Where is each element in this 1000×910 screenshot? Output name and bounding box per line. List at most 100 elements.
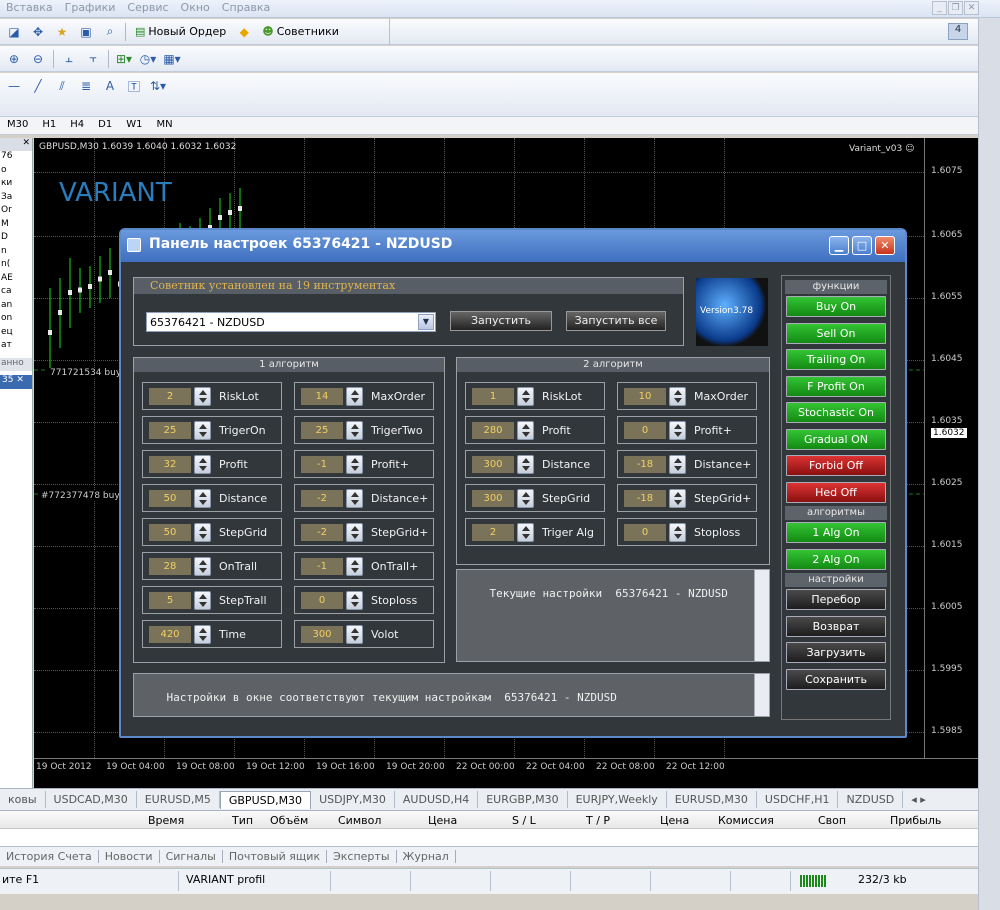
- market-watch-row[interactable]: Or: [0, 205, 32, 219]
- spin-updown-icon[interactable]: [346, 591, 363, 610]
- chart-tab[interactable]: EURUSD,M5: [137, 791, 220, 808]
- spin-updown-icon[interactable]: [194, 455, 211, 474]
- spin-updown-icon[interactable]: [194, 489, 211, 508]
- panel-minimize-icon[interactable]: ▁: [829, 236, 849, 255]
- chart-tab[interactable]: USDCAD,M30: [46, 791, 137, 808]
- param-value-input[interactable]: 0: [301, 592, 343, 609]
- spin-updown-icon[interactable]: [517, 455, 534, 474]
- terminal-column-header[interactable]: Цена: [428, 814, 457, 827]
- timeframe-h4[interactable]: H4: [63, 117, 91, 132]
- terminal-tab[interactable]: Журнал: [396, 850, 456, 863]
- param-value-input[interactable]: 25: [149, 422, 191, 439]
- param-value-input[interactable]: -1: [301, 456, 343, 473]
- spin-updown-icon[interactable]: [346, 625, 363, 644]
- param-value-input[interactable]: 280: [472, 422, 514, 439]
- window-number-badge[interactable]: 4: [948, 23, 968, 40]
- panel-close-icon[interactable]: ✕: [875, 236, 895, 255]
- status-memo-scrollbar[interactable]: [754, 674, 769, 716]
- param-value-input[interactable]: 32: [149, 456, 191, 473]
- spin-updown-icon[interactable]: [346, 523, 363, 542]
- spin-updown-icon[interactable]: [194, 591, 211, 610]
- market-watch-row[interactable]: ат: [0, 340, 32, 354]
- memo-scrollbar[interactable]: [754, 570, 769, 661]
- chart-tab[interactable]: USDJPY,M30: [311, 791, 395, 808]
- param-value-input[interactable]: 28: [149, 558, 191, 575]
- timeframe-h1[interactable]: H1: [35, 117, 63, 132]
- market-watch-row[interactable]: n: [0, 246, 32, 260]
- param-value-input[interactable]: 2: [472, 524, 514, 541]
- function-toggle-0[interactable]: Buy On: [786, 296, 886, 317]
- param-value-input[interactable]: 300: [472, 490, 514, 507]
- chart-tab-partial[interactable]: ковы: [0, 791, 46, 808]
- timeframe-mn[interactable]: MN: [149, 117, 179, 132]
- market-watch-row[interactable]: ca: [0, 286, 32, 300]
- param-value-input[interactable]: 300: [472, 456, 514, 473]
- param-value-input[interactable]: -2: [301, 524, 343, 541]
- algo-toggle-1[interactable]: 2 Alg On: [786, 548, 886, 570]
- market-watch-row[interactable]: ки: [0, 178, 32, 192]
- spin-updown-icon[interactable]: [517, 523, 534, 542]
- terminal-column-header[interactable]: Время: [148, 814, 184, 827]
- chart-tab[interactable]: EURUSD,M30: [667, 791, 757, 808]
- instrument-select[interactable]: 65376421 - NZDUSD ▼: [146, 312, 436, 332]
- function-toggle-6[interactable]: Forbid Off: [786, 455, 886, 476]
- spin-updown-icon[interactable]: [669, 421, 686, 440]
- param-value-input[interactable]: 2: [149, 388, 191, 405]
- terminal-column-header[interactable]: Комиссия: [718, 814, 774, 827]
- terminal-column-header[interactable]: Объём: [270, 814, 308, 827]
- arrows-icon[interactable]: ⇅▾: [148, 76, 168, 96]
- spin-updown-icon[interactable]: [346, 455, 363, 474]
- spin-updown-icon[interactable]: [517, 387, 534, 406]
- function-toggle-4[interactable]: Stochastic On: [786, 402, 886, 423]
- timeframe-d1[interactable]: D1: [91, 117, 119, 132]
- channel-icon[interactable]: ⫽: [52, 76, 72, 96]
- run-button[interactable]: Запустить: [450, 311, 552, 331]
- algo-toggle-0[interactable]: 1 Alg On: [786, 522, 886, 543]
- market-watch-row[interactable]: o: [0, 165, 32, 179]
- templates-icon[interactable]: ▦▾: [162, 49, 182, 69]
- chart-tab[interactable]: NZDUSD: [838, 791, 904, 808]
- text-tool-icon[interactable]: A: [100, 76, 120, 96]
- zoom-out-icon[interactable]: ⊖: [28, 49, 48, 69]
- menu-item-2[interactable]: Сервис: [121, 0, 174, 15]
- timeframe-w1[interactable]: W1: [119, 117, 149, 132]
- menu-item-4[interactable]: Справка: [216, 0, 276, 15]
- spin-updown-icon[interactable]: [346, 557, 363, 576]
- terminal-column-header[interactable]: S / L: [512, 814, 536, 827]
- settings-button-1[interactable]: Возврат: [786, 615, 886, 637]
- terminal-column-header[interactable]: Прибыль: [890, 814, 941, 827]
- param-value-input[interactable]: 25: [301, 422, 343, 439]
- function-toggle-3[interactable]: F Profit On: [786, 375, 886, 397]
- terminal-tab[interactable]: Новости: [98, 850, 160, 863]
- param-value-input[interactable]: -2: [301, 490, 343, 507]
- zoom-in-icon[interactable]: ⊕: [4, 49, 24, 69]
- close-market-watch-icon[interactable]: ✕: [0, 138, 32, 151]
- minimize-icon[interactable]: _: [932, 1, 947, 15]
- spin-updown-icon[interactable]: [346, 387, 363, 406]
- param-value-input[interactable]: 14: [301, 388, 343, 405]
- auto-scroll-icon[interactable]: ⫟: [83, 49, 103, 69]
- terminal-tab[interactable]: Эксперты: [327, 850, 397, 863]
- timeframe-m30[interactable]: M30: [0, 117, 35, 132]
- text-label-icon[interactable]: 🅃: [124, 76, 144, 96]
- chart-tab[interactable]: EURJPY,Weekly: [568, 791, 667, 808]
- chevron-down-icon[interactable]: ▼: [418, 314, 434, 330]
- horizontal-line-icon[interactable]: —: [4, 76, 24, 96]
- function-toggle-1[interactable]: Sell On: [786, 322, 886, 344]
- trendline-icon[interactable]: ╱: [28, 76, 48, 96]
- terminal-column-header[interactable]: Символ: [338, 814, 381, 827]
- current-settings-memo[interactable]: Текущие настройки 65376421 - NZDUSD: [456, 569, 770, 662]
- spin-updown-icon[interactable]: [346, 489, 363, 508]
- terminal-column-header[interactable]: Своп: [818, 814, 846, 827]
- indicators-icon[interactable]: ⊞▾: [114, 49, 134, 69]
- param-value-input[interactable]: -18: [624, 490, 666, 507]
- market-watch-row[interactable]: AE: [0, 273, 32, 287]
- param-value-input[interactable]: 300: [301, 626, 343, 643]
- param-value-input[interactable]: -18: [624, 456, 666, 473]
- settings-button-3[interactable]: Сохранить: [786, 668, 886, 690]
- terminal-column-header[interactable]: Цена: [660, 814, 689, 827]
- param-value-input[interactable]: 420: [149, 626, 191, 643]
- spin-updown-icon[interactable]: [669, 455, 686, 474]
- spin-updown-icon[interactable]: [669, 489, 686, 508]
- market-watch-row[interactable]: ец: [0, 327, 32, 341]
